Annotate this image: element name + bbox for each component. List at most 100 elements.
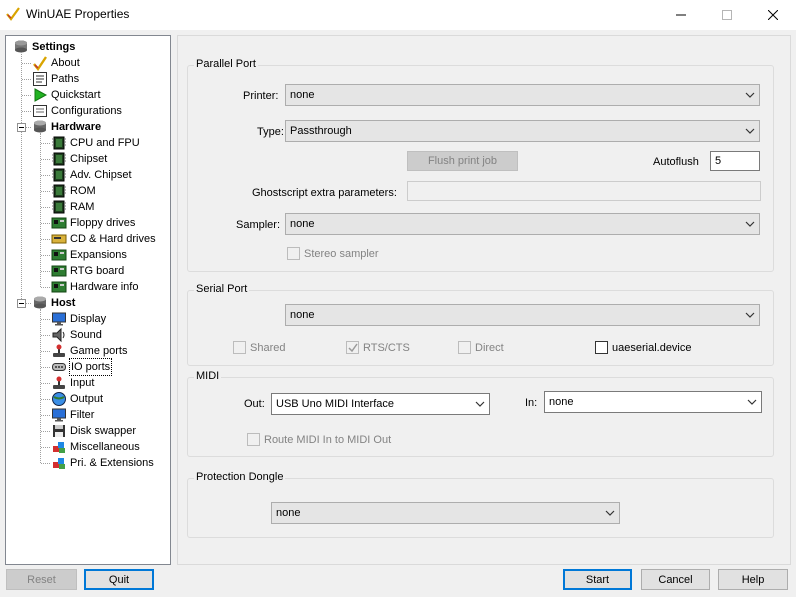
tree-item-configurations[interactable]: Configurations (32, 103, 122, 119)
midi-out-value: USB Uno MIDI Interface (276, 398, 394, 410)
io-ports-icon (52, 363, 66, 371)
tree-item-miscellaneous[interactable]: Miscellaneous (51, 439, 140, 455)
rts-cts-checkbox[interactable]: RTS/CTS (346, 341, 410, 354)
collapse-toggle[interactable] (17, 123, 26, 132)
sampler-select[interactable]: none (285, 213, 760, 235)
tree-label: Configurations (51, 105, 122, 117)
protection-dongle-value: none (276, 507, 301, 519)
tree-item-adv-chipset[interactable]: Adv. Chipset (51, 167, 132, 183)
tree-label: Expansions (70, 249, 127, 261)
tree-connector (41, 143, 50, 144)
collapse-toggle[interactable] (17, 299, 26, 308)
tree-item-rtg-board[interactable]: RTG board (51, 263, 124, 279)
drive-icon (51, 234, 67, 244)
speaker-icon (52, 327, 65, 343)
chip-icon (52, 136, 66, 150)
checkmark-icon (348, 343, 358, 353)
checkbox-box (233, 341, 246, 354)
chevron-down-icon (741, 121, 759, 141)
tree-label: Hardware (51, 121, 102, 133)
stereo-sampler-checkbox[interactable]: Stereo sampler (287, 247, 379, 260)
serial-port-select[interactable]: none (285, 304, 760, 326)
close-button[interactable] (750, 0, 796, 30)
reset-button[interactable]: Reset (6, 569, 77, 590)
autoflush-input[interactable]: 5 (710, 151, 760, 171)
checkbox-box (346, 341, 359, 354)
tree-item-about[interactable]: About (32, 55, 80, 71)
tree-root-settings[interactable]: Settings (13, 39, 75, 55)
ghostscript-params-input[interactable] (407, 181, 761, 201)
tree-item-paths[interactable]: Paths (32, 71, 79, 87)
tree-item-expansions[interactable]: Expansions (51, 247, 127, 263)
quit-button[interactable]: Quit (84, 569, 154, 590)
checkbox-box (458, 341, 471, 354)
tree-connector (40, 133, 41, 287)
flush-print-job-button[interactable]: Flush print job (407, 151, 518, 171)
tree-item-hardware-info[interactable]: Hardware info (51, 279, 138, 295)
cancel-button[interactable]: Cancel (641, 569, 710, 590)
route-midi-checkbox[interactable]: Route MIDI In to MIDI Out (247, 433, 391, 446)
chevron-down-icon (741, 85, 759, 105)
tree-label: CPU and FPU (70, 137, 140, 149)
tree-label: Quickstart (51, 89, 101, 101)
protection-dongle-select[interactable]: none (271, 502, 620, 524)
maximize-button[interactable] (704, 0, 750, 30)
tree-item-cpu-and-fpu[interactable]: CPU and FPU (51, 135, 140, 151)
midi-out-select[interactable]: USB Uno MIDI Interface (271, 393, 490, 415)
title-bar[interactable]: WinUAE Properties (0, 0, 796, 30)
tree-connector (41, 255, 50, 256)
minimize-button[interactable] (658, 0, 704, 30)
midi-in-select[interactable]: none (544, 391, 762, 413)
uaeserial-device-checkbox[interactable]: uaeserial.device (595, 341, 692, 354)
chip-icon (52, 168, 66, 182)
tree-item-filter[interactable]: Filter (51, 407, 94, 423)
tree-label: Hardware info (70, 281, 139, 293)
tree-connector (41, 431, 50, 432)
direct-checkbox[interactable]: Direct (458, 341, 504, 354)
autoflush-label: Autoflush (653, 156, 699, 168)
start-button[interactable]: Start (563, 569, 632, 590)
tree-connector (41, 399, 50, 400)
tree-item-io-ports[interactable]: IO ports (51, 358, 113, 376)
midi-out-label: Out: (244, 398, 265, 410)
tree-item-rom[interactable]: ROM (51, 183, 96, 199)
tree-item-floppy-drives[interactable]: Floppy drives (51, 215, 135, 231)
tree-label: Floppy drives (70, 217, 136, 229)
tree-item-chipset[interactable]: Chipset (51, 151, 107, 167)
tree-item-host[interactable]: Host (32, 295, 75, 311)
tree-item-sound[interactable]: Sound (51, 327, 102, 343)
tree-label: Settings (32, 41, 76, 53)
board-icon (51, 281, 67, 293)
chevron-down-icon (741, 305, 759, 325)
tree-item-game-ports[interactable]: Game ports (51, 343, 127, 359)
tree-connector (41, 367, 50, 368)
tree-item-display[interactable]: Display (51, 311, 106, 327)
board-icon (51, 217, 67, 229)
shared-checkbox[interactable]: Shared (233, 341, 285, 354)
tree-item-input[interactable]: Input (51, 375, 94, 391)
settings-tree[interactable]: Settings About Paths Quickstart Configurati… (5, 35, 171, 565)
tree-label: Output (70, 393, 104, 405)
stereo-sampler-label: Stereo sampler (304, 247, 379, 260)
winuae-logo-icon (6, 7, 20, 21)
tree-item-hardware[interactable]: Hardware (32, 119, 101, 135)
tree-item-quickstart[interactable]: Quickstart (32, 87, 101, 103)
tree-label: Game ports (70, 345, 128, 357)
tree-item-pri-extensions[interactable]: Pri. & Extensions (51, 455, 154, 471)
tree-label: CD & Hard drives (70, 233, 156, 245)
tree-item-cd-hard-drives[interactable]: CD & Hard drives (51, 231, 156, 247)
tree-item-disk-swapper[interactable]: Disk swapper (51, 423, 136, 439)
help-button[interactable]: Help (718, 569, 788, 590)
type-select[interactable]: Passthrough (285, 120, 760, 142)
tree-connector (41, 239, 50, 240)
type-value: Passthrough (290, 125, 352, 137)
sampler-value: none (290, 218, 315, 230)
printer-select[interactable]: none (285, 84, 760, 106)
tree-connector (22, 111, 31, 112)
checkbox-box (247, 433, 260, 446)
serial-port-title: Serial Port (194, 283, 250, 295)
tree-item-ram[interactable]: RAM (51, 199, 94, 215)
shared-label: Shared (250, 341, 286, 354)
board-icon (51, 265, 67, 277)
tree-item-output[interactable]: Output (51, 391, 103, 407)
